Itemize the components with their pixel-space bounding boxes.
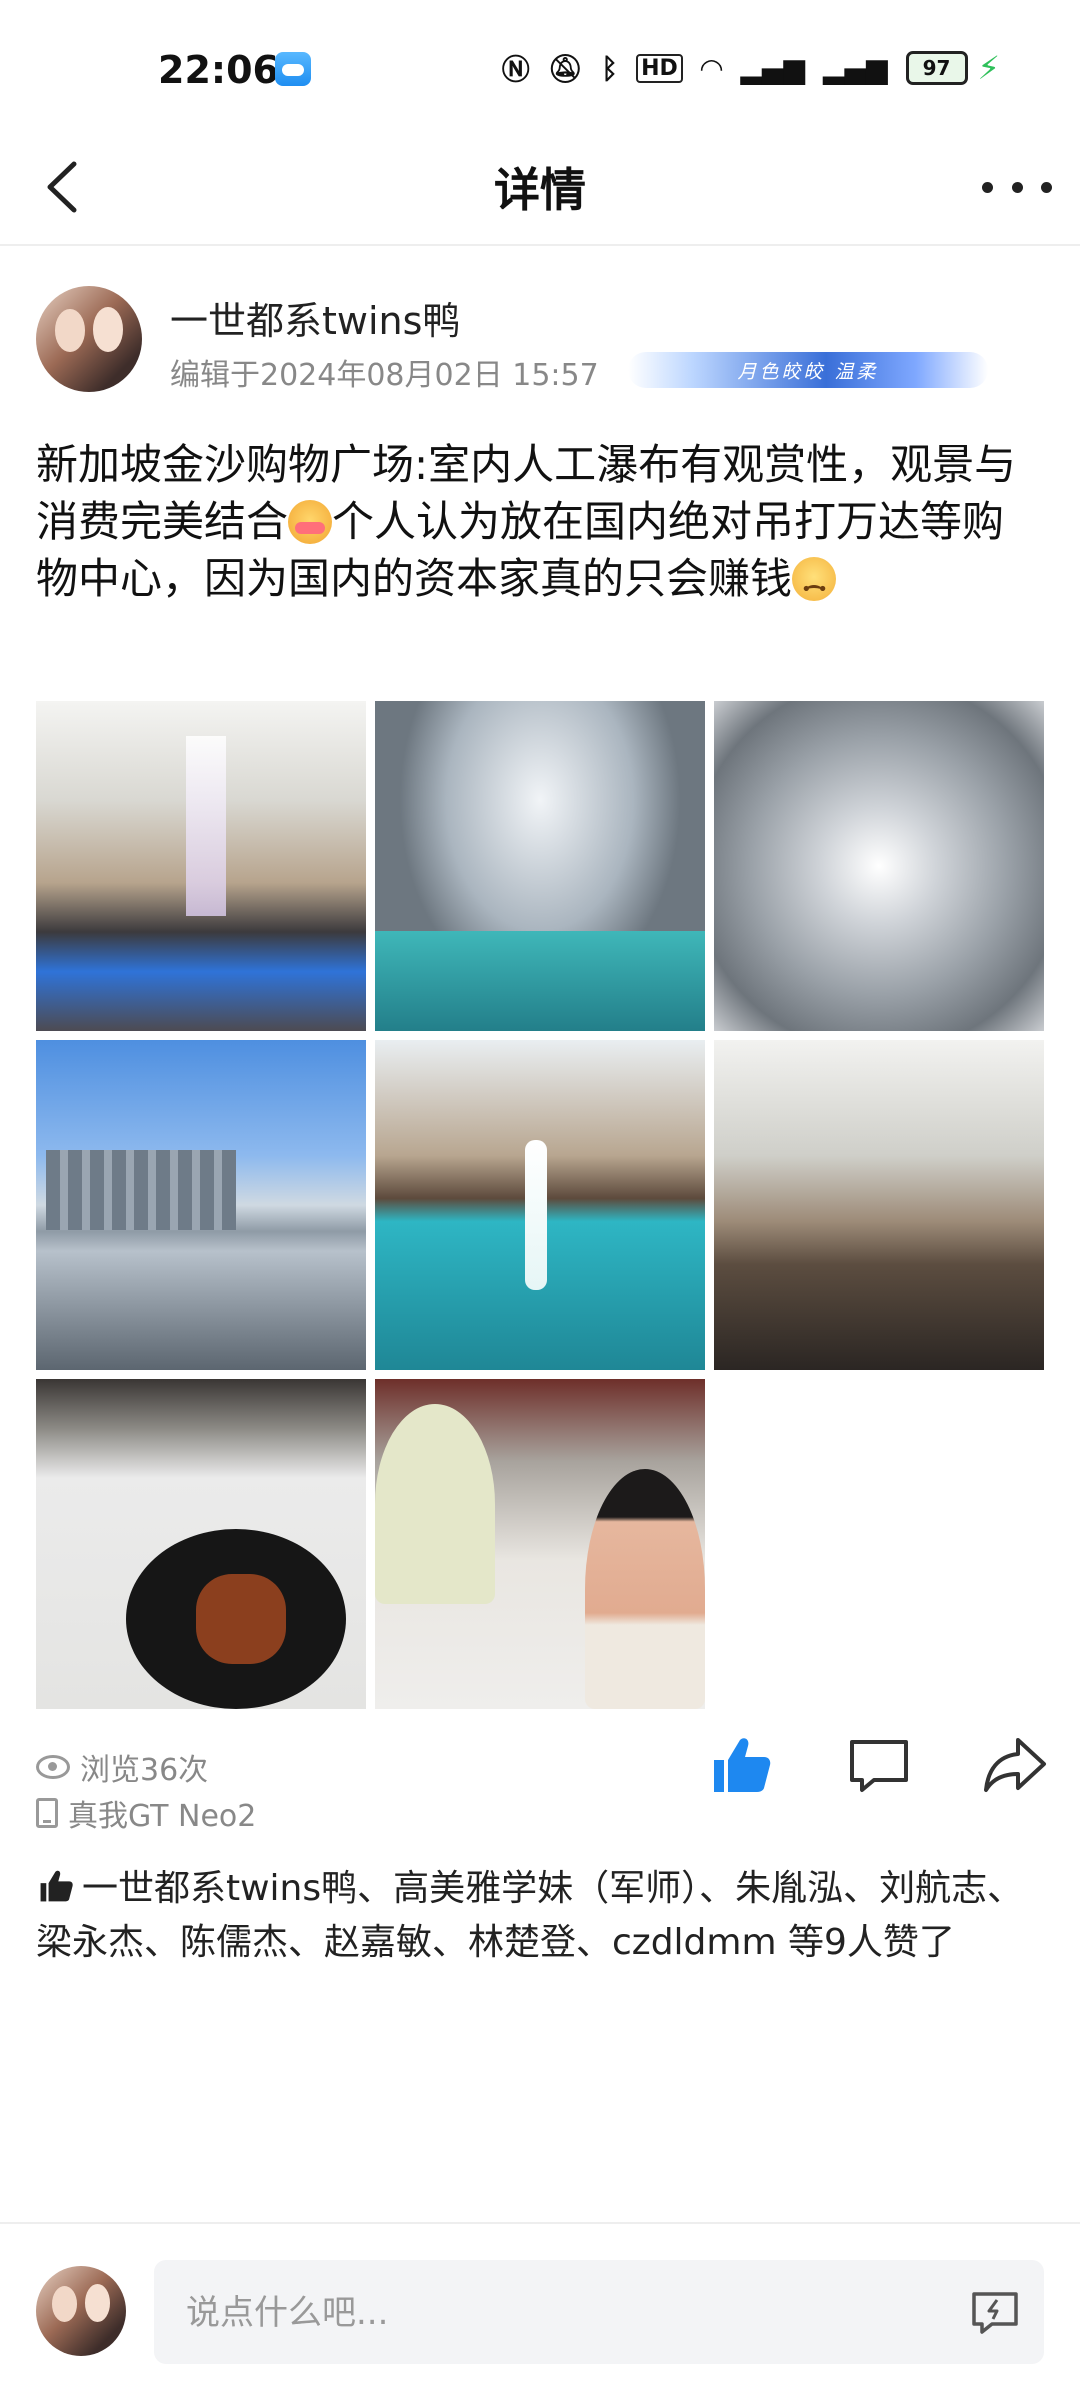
status-time: 22:06: [158, 48, 279, 92]
edited-timestamp: 编辑于2024年08月02日 15:57: [170, 358, 599, 393]
emoji-keyboard-icon[interactable]: [970, 2288, 1020, 2336]
status-bar: 22:06 Ⓝ 🔕︎ ᛒ HD ◠ ▂▄▆ ▂▄▆ 97 ⚡︎: [0, 0, 1080, 130]
comment-input[interactable]: [184, 2288, 948, 2338]
sad-face-emoji-icon: [792, 557, 837, 618]
share-button[interactable]: [980, 1730, 1050, 1800]
photo-7[interactable]: [36, 1379, 366, 1709]
comment-icon: [850, 1740, 908, 1792]
eye-icon: [36, 1755, 70, 1779]
comment-box[interactable]: [154, 2260, 1044, 2364]
battery-icon: 97: [905, 51, 968, 85]
signal-5g-icon: ▂▄▆: [822, 51, 888, 85]
mute-bell-icon: 🔕︎: [547, 51, 584, 85]
weather-icon: [275, 52, 311, 86]
thumbs-up-icon: [714, 1738, 771, 1792]
hd-icon: HD: [636, 53, 683, 83]
comment-button[interactable]: [844, 1730, 914, 1800]
flushed-face-emoji-icon: [288, 500, 333, 544]
likers-list[interactable]: 一世都系twins鸭、高美雅学妹（军师）、朱胤泓、刘航志、梁永杰、陈儒杰、赵嘉敏…: [36, 1862, 1046, 1970]
more-dot-icon: [1041, 181, 1052, 193]
photo-2[interactable]: [375, 701, 705, 1031]
like-button[interactable]: [706, 1730, 776, 1800]
more-button[interactable]: [982, 162, 1052, 212]
wifi-icon: ◠: [700, 51, 723, 85]
page-title: 详情: [494, 163, 586, 217]
device-label: 真我GT Neo2: [68, 1799, 257, 1834]
battery-level: 97: [922, 56, 951, 80]
more-dot-icon: [1011, 181, 1023, 193]
phone-icon: [36, 1798, 58, 1828]
photo-6[interactable]: [714, 1040, 1044, 1370]
device-info: 真我GT Neo2: [36, 1791, 256, 1835]
top-nav: 详情: [0, 130, 1080, 246]
charging-icon: ⚡︎: [977, 49, 1000, 87]
view-count-label: 浏览36次: [80, 1753, 209, 1788]
photo-4[interactable]: [36, 1040, 366, 1370]
signal-4g-icon: ▂▄▆: [740, 51, 805, 85]
photo-8[interactable]: [375, 1379, 705, 1709]
photo-5[interactable]: [375, 1040, 705, 1370]
photo-1[interactable]: [36, 701, 366, 1031]
share-arrow-icon: [984, 1738, 1046, 1792]
bluetooth-icon: ᛒ: [601, 51, 619, 85]
thumbs-up-small-icon: [40, 1870, 73, 1902]
author-name[interactable]: 一世都系twins鸭: [170, 290, 460, 345]
current-user-avatar: [36, 2266, 126, 2356]
photo-3[interactable]: [714, 701, 1044, 1031]
post-text: 新加坡金沙购物广场:室内人工瀑布有观赏性，观景与消费完美结合 个人认为放在国内绝对…: [36, 436, 1046, 618]
decoration-badge: 月色皎皎 温柔: [628, 352, 988, 388]
author-avatar[interactable]: [36, 286, 142, 392]
more-dot-icon: [982, 181, 993, 193]
comment-bar: [0, 2222, 1080, 2402]
view-count: 浏览36次: [36, 1745, 208, 1789]
nfc-icon: Ⓝ: [501, 53, 530, 86]
status-icons: Ⓝ 🔕︎ ᛒ HD ◠ ▂▄▆ ▂▄▆ 97 ⚡︎: [502, 48, 1000, 88]
likers-text: 一世都系twins鸭、高美雅学妹（军师）、朱胤泓、刘航志、梁永杰、陈儒杰、赵嘉敏…: [36, 1868, 1024, 1963]
